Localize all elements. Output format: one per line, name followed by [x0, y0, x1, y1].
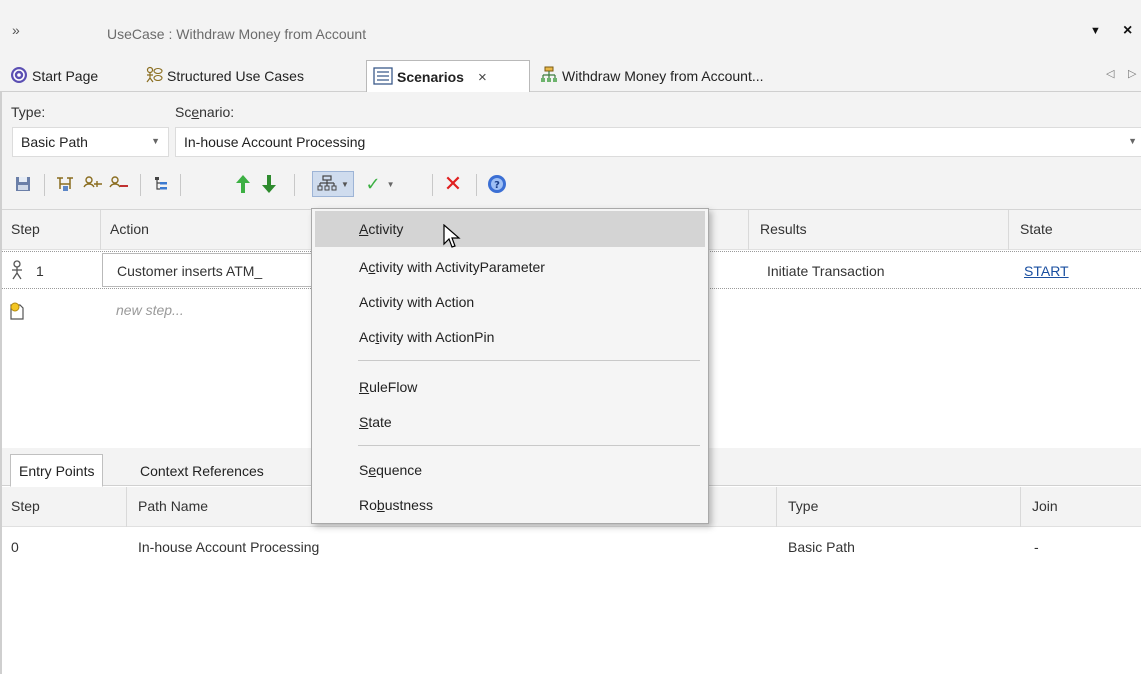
- scenarios-icon: [373, 66, 393, 88]
- menu-item-ruleflow[interactable]: RuleFlow: [315, 369, 705, 405]
- diagram-icon: [540, 66, 558, 87]
- move-up-icon[interactable]: [230, 171, 256, 197]
- menu-item-activity[interactable]: Activity: [315, 211, 705, 247]
- mouse-cursor-icon: [443, 223, 463, 250]
- svg-text:?: ?: [494, 180, 500, 191]
- tab-structured-use-cases-label: Structured Use Cases: [167, 68, 304, 84]
- move-down-icon[interactable]: [256, 171, 282, 197]
- scroll-tabs-right-icon[interactable]: ▷: [1128, 67, 1136, 80]
- help-icon[interactable]: ?: [484, 171, 510, 197]
- menu-item-activity-with-actionpin[interactable]: Ac t ivity with ActionPin: [315, 319, 705, 355]
- chevron-down-icon: ▼: [341, 179, 349, 189]
- indent-icon[interactable]: [148, 171, 174, 197]
- menu-item-sequence[interactable]: Se quence: [315, 452, 705, 488]
- type-select-value: Basic Path: [21, 134, 88, 150]
- expand-panel-icon[interactable]: »: [12, 22, 20, 38]
- window-title-bar: » UseCase : Withdraw Money from Account …: [0, 0, 1141, 60]
- actor-icon: [10, 260, 24, 283]
- menu-separator: [358, 360, 700, 361]
- close-icon[interactable]: ×: [1123, 22, 1132, 40]
- menu-separator: [358, 445, 700, 446]
- tab-withdraw-money-label: Withdraw Money from Account...: [562, 68, 764, 84]
- tab-close-icon[interactable]: ×: [478, 69, 487, 86]
- generate-diagram-icon: [317, 175, 337, 191]
- generate-diagram-button[interactable]: ▼: [312, 171, 354, 197]
- menu-item-activity-with-activityparameter[interactable]: Ac tivity with ActivityParameter: [315, 249, 705, 285]
- tab-start-page[interactable]: Start Page: [10, 60, 98, 92]
- entry-step: 0: [11, 539, 19, 555]
- structure-icon[interactable]: [52, 171, 78, 197]
- tab-entry-points[interactable]: Entry Points: [10, 454, 104, 487]
- state-link[interactable]: START: [1024, 263, 1069, 279]
- document-tab-strip: Start Page Structured Use Cases Scenario…: [0, 60, 1141, 93]
- scroll-tabs-left-icon[interactable]: ◁: [1106, 67, 1114, 80]
- tab-start-page-label: Start Page: [32, 68, 99, 84]
- validate-button[interactable]: ✓ ▼: [362, 171, 398, 197]
- scenario-toolbar: ▼ ✓ ▼ ✕ ?: [0, 160, 1141, 210]
- scenario-label: Scenario:: [175, 104, 235, 120]
- column-step[interactable]: Step: [11, 221, 40, 237]
- panel-left-border: [0, 92, 2, 674]
- start-page-icon: [10, 66, 28, 87]
- tab-withdraw-money-diagram[interactable]: Withdraw Money from Account...: [540, 60, 764, 92]
- tab-scenarios[interactable]: Scenarios ×: [366, 60, 530, 93]
- type-label: Type:: [11, 104, 46, 120]
- tab-structured-use-cases[interactable]: Structured Use Cases: [145, 60, 304, 92]
- results-text: Initiate Transaction: [767, 263, 885, 279]
- window-menu-icon[interactable]: ▼: [1090, 25, 1101, 37]
- type-select[interactable]: Basic Path ▼: [12, 127, 169, 157]
- column-join[interactable]: Join: [1032, 498, 1058, 514]
- menu-item-state[interactable]: State: [315, 404, 705, 440]
- tab-context-references[interactable]: Context References: [132, 454, 272, 487]
- use-case-icon: [145, 66, 163, 87]
- column-state[interactable]: State: [1020, 221, 1053, 237]
- scenario-select[interactable]: In-house Account Processing ▼: [175, 127, 1141, 157]
- new-step-placeholder: new step...: [116, 302, 184, 318]
- scenario-select-value: In-house Account Processing: [184, 134, 366, 150]
- checkmark-icon: ✓: [365, 173, 381, 194]
- menu-item-activity-with-action[interactable]: Activity with Action: [315, 284, 705, 320]
- save-icon[interactable]: [10, 171, 36, 197]
- window-title: UseCase : Withdraw Money from Account: [107, 26, 367, 42]
- generate-diagram-menu: Activity Ac tivity with ActivityParameter…: [311, 208, 709, 524]
- delete-icon[interactable]: ✕: [440, 171, 466, 197]
- column-step[interactable]: Step: [11, 498, 40, 514]
- column-type[interactable]: Type: [788, 498, 818, 514]
- menu-item-robustness[interactable]: Ro b ustness: [315, 487, 705, 523]
- entry-path-name: In-house Account Processing: [138, 539, 320, 555]
- action-cell-editor[interactable]: Customer inserts ATM_: [102, 253, 322, 287]
- chevron-down-icon: ▼: [151, 136, 160, 146]
- column-results[interactable]: Results: [760, 221, 807, 237]
- table-row[interactable]: 0 In-house Account Processing Basic Path…: [0, 528, 1141, 566]
- column-path-name[interactable]: Path Name: [138, 498, 208, 514]
- action-text: Customer inserts ATM_: [117, 263, 263, 279]
- chevron-down-icon: ▼: [386, 179, 395, 189]
- column-action[interactable]: Action: [110, 221, 149, 237]
- entry-join: -: [1034, 539, 1039, 555]
- new-step-icon: [9, 302, 25, 323]
- step-number: 1: [36, 263, 44, 279]
- add-actor-icon[interactable]: [80, 171, 106, 197]
- scenario-filter-bar: Type: Scenario: Basic Path ▼ In-house Ac…: [0, 92, 1141, 160]
- tab-scenarios-label: Scenarios: [397, 69, 464, 85]
- add-system-icon[interactable]: [106, 171, 132, 197]
- entry-type: Basic Path: [788, 539, 855, 555]
- chevron-down-icon: ▼: [1128, 136, 1137, 146]
